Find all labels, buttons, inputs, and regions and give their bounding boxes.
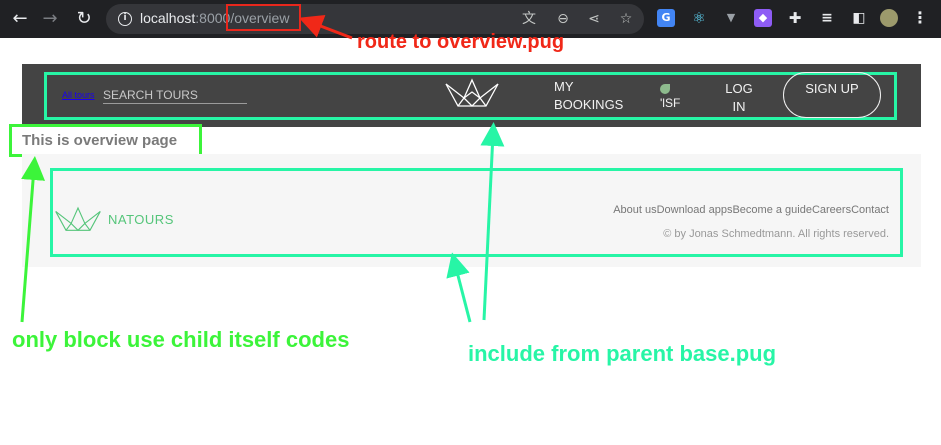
vue-devtools-icon[interactable]: ▼	[722, 9, 740, 27]
google-translate-extension-icon[interactable]: G	[657, 9, 675, 27]
natours-footer-logo-icon	[55, 206, 101, 232]
footer-link-download[interactable]: Download apps	[657, 204, 733, 216]
reload-icon[interactable]: ↻	[73, 8, 95, 30]
share-icon[interactable]: ⋖	[585, 10, 603, 28]
annotation-block: only block use child itself codes	[12, 327, 350, 352]
url-path-highlight-box	[226, 4, 301, 31]
annotation-include: include from parent base.pug	[468, 341, 777, 366]
user-photo-alt-text: 'lSF	[660, 96, 681, 110]
signup-button[interactable]: SIGN UP	[783, 72, 881, 118]
footer-nav: About usDownload appsBecome a guideCaree…	[613, 204, 889, 216]
extension-purple-icon[interactable]: ◆	[754, 9, 772, 27]
footer-link-about[interactable]: About us	[613, 204, 656, 216]
url-host: localhost	[140, 10, 196, 26]
search-input[interactable]	[103, 86, 247, 104]
extensions-puzzle-icon[interactable]: ✚	[786, 9, 804, 27]
forward-icon[interactable]: →	[39, 8, 61, 30]
footer-link-careers[interactable]: Careers	[812, 204, 851, 216]
content-highlight-box	[9, 124, 202, 157]
arrow-include-footer	[446, 252, 472, 323]
translate-icon[interactable]: 文	[520, 10, 538, 28]
profile-avatar[interactable]	[880, 9, 898, 27]
media-queue-icon[interactable]: ≡	[818, 9, 836, 27]
my-bookings-link[interactable]: MY BOOKINGS	[554, 78, 634, 114]
footer-copyright: © by Jonas Schmedtmann. All rights reser…	[663, 228, 889, 240]
login-link[interactable]: LOG IN	[722, 80, 756, 116]
broken-image-icon	[660, 84, 670, 94]
natours-logo-icon[interactable]	[444, 78, 500, 110]
back-icon[interactable]: ←	[9, 8, 31, 30]
info-icon[interactable]: i	[118, 12, 132, 26]
react-devtools-icon[interactable]: ⚛	[690, 9, 708, 27]
address-bar[interactable]: i localhost:8000/overview 文 ⊖ ⋖ ☆	[106, 4, 644, 34]
footer-link-guide[interactable]: Become a guide	[732, 204, 812, 216]
bookmark-star-icon[interactable]: ☆	[617, 10, 635, 28]
side-panel-icon[interactable]: ◧	[850, 9, 868, 27]
zoom-icon[interactable]: ⊖	[554, 10, 572, 28]
user-photo[interactable]: 'lSF	[660, 84, 686, 110]
menu-kebab-icon[interactable]: ⋮	[911, 9, 929, 27]
footer-brand: NATOURS	[108, 212, 174, 227]
footer-link-contact[interactable]: Contact	[851, 204, 889, 216]
all-tours-link[interactable]: All tours	[62, 90, 95, 100]
annotation-route: route to overview.pug	[357, 31, 565, 53]
